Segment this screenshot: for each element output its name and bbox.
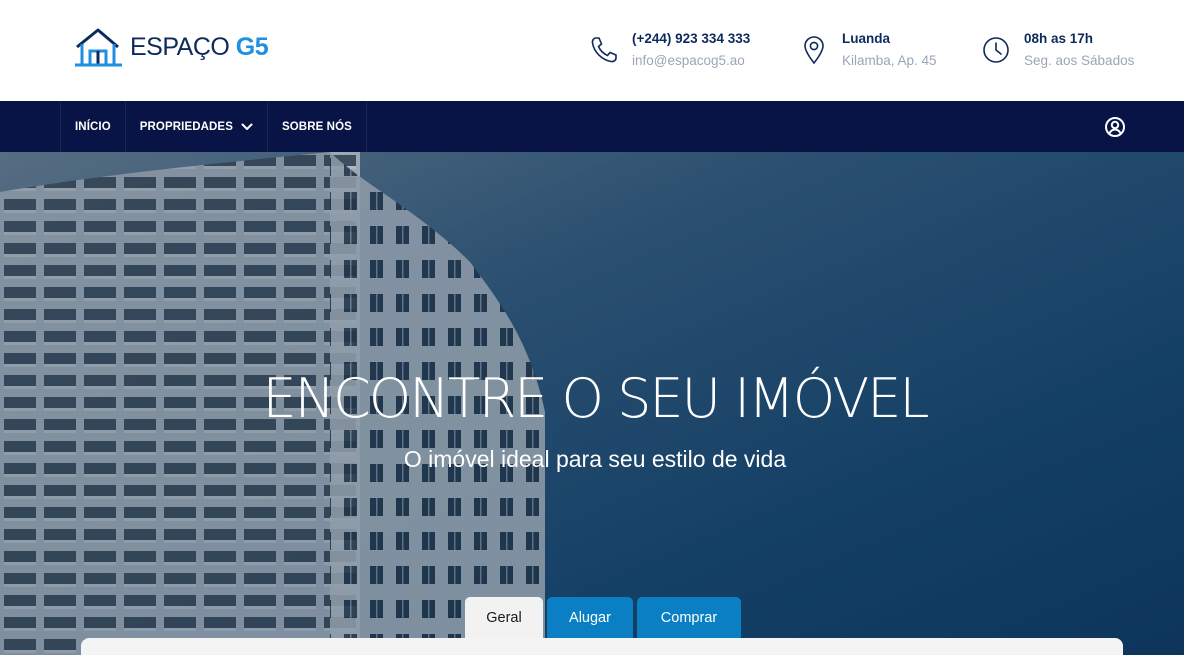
nav-item-inicio[interactable]: INÍCIO — [60, 101, 125, 152]
top-header: ESPAÇO G5 (+244) 923 334 333 info@espaco… — [0, 0, 1184, 101]
search-panel — [81, 638, 1123, 655]
hero-title: ENCONTRE O SEU IMÓVEL — [262, 367, 930, 430]
location-address: Kilamba, Ap. 45 — [842, 53, 937, 68]
nav-menu: INÍCIO PROPRIEDADES SOBRE NÓS — [60, 101, 367, 152]
house-outline-icon — [74, 27, 124, 67]
phone-number[interactable]: (+244) 923 334 333 — [632, 28, 750, 50]
user-circle-icon[interactable] — [1104, 116, 1126, 138]
logo-name-accent: G5 — [235, 32, 269, 61]
contact-location: Luanda Kilamba, Ap. 45 — [798, 28, 937, 72]
logo[interactable]: ESPAÇO G5 — [74, 25, 269, 69]
contact-hours: 08h as 17h Seg. aos Sábados — [980, 28, 1134, 72]
nav-item-sobre-nos[interactable]: SOBRE NÓS — [266, 101, 367, 152]
hours-time: 08h as 17h — [1024, 31, 1094, 46]
location-city: Luanda — [842, 31, 891, 46]
search-tabs: Geral Alugar Comprar — [465, 597, 741, 639]
hero-banner: ENCONTRE O SEU IMÓVEL O imóvel ideal par… — [0, 152, 1184, 655]
nav-item-label: SOBRE NÓS — [281, 120, 352, 133]
tab-alugar[interactable]: Alugar — [547, 597, 633, 639]
tab-geral[interactable]: Geral — [465, 597, 543, 639]
tab-comprar[interactable]: Comprar — [637, 597, 741, 639]
contact-phone: (+244) 923 334 333 info@espacog5.ao — [588, 28, 750, 72]
hours-days: Seg. aos Sábados — [1024, 53, 1135, 68]
phone-icon — [588, 34, 620, 66]
main-navbar: INÍCIO PROPRIEDADES SOBRE NÓS — [0, 101, 1184, 152]
nav-item-label: INÍCIO — [75, 120, 111, 133]
chevron-down-icon — [241, 123, 253, 131]
nav-item-propriedades[interactable]: PROPRIEDADES — [124, 101, 267, 152]
map-pin-icon — [798, 34, 830, 66]
logo-name-main: ESPAÇO — [130, 32, 230, 61]
clock-icon — [980, 34, 1012, 66]
hero-subtitle: O imóvel ideal para seu estilo de vida — [403, 446, 787, 472]
nav-item-label: PROPRIEDADES — [139, 120, 233, 133]
logo-text: ESPAÇO G5 — [130, 32, 269, 62]
email-address[interactable]: info@espacog5.ao — [632, 50, 750, 72]
